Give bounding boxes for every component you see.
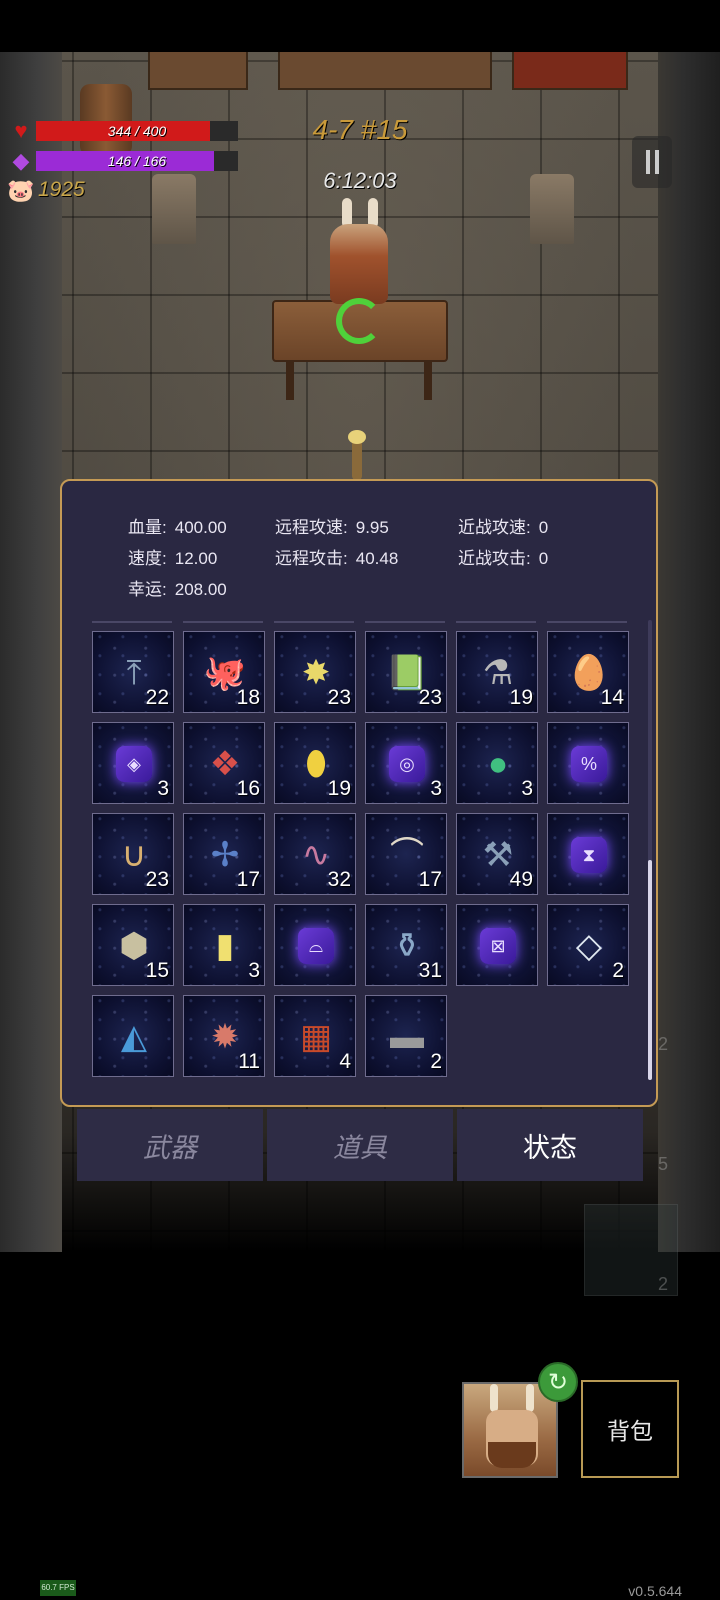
inventory-slot[interactable]: 🥚 14 (547, 631, 629, 713)
inventory-slot[interactable]: ✢ 17 (183, 813, 265, 895)
inventory-slot[interactable]: ◇ 2 (547, 904, 629, 986)
tab-weapons[interactable]: 武器 (77, 1109, 263, 1181)
item-count: 3 (430, 777, 442, 800)
item-count: 17 (418, 868, 442, 891)
level-indicator: 4-7 #15 (312, 114, 408, 145)
player-character (348, 430, 366, 480)
tab-items[interactable]: 道具 (267, 1109, 453, 1181)
rune-percent-icon: % (571, 746, 607, 782)
item-count: 3 (248, 959, 260, 982)
inventory-slot[interactable]: 🐙 18 (183, 631, 265, 713)
pause-icon (645, 150, 650, 174)
rune-eye-icon: ◈ (116, 746, 152, 782)
swap-character-icon[interactable]: ↻ (538, 1362, 578, 1402)
item-count: 22 (145, 686, 169, 709)
item-count: 11 (238, 1050, 260, 1073)
stat-luck: 幸运: 208.00 (128, 580, 227, 599)
inventory-slot[interactable]: ◭ (92, 995, 174, 1077)
rune-hook-icon: ⌓ (298, 928, 334, 964)
chest-shelf (512, 52, 628, 90)
fps-counter: 60.7 FPS (40, 1580, 76, 1596)
stat-move-speed: 速度: 12.00 (128, 549, 218, 568)
pause-button[interactable] (632, 136, 672, 188)
backpack-button[interactable]: 背包 (581, 1380, 679, 1478)
run-timer: 6:12:03 (323, 168, 397, 193)
rune-cross-icon: ⊠ (480, 928, 516, 964)
bookshelf-center (278, 52, 492, 90)
shelf-left (148, 52, 248, 90)
stat-melee-speed: 近战攻速: 0 (458, 518, 549, 537)
inventory-slot[interactable]: ◈ 3 (92, 722, 174, 804)
inventory-slot[interactable]: ✸ 23 (274, 631, 356, 713)
portrait-ear (490, 1384, 498, 1412)
inventory-slot[interactable]: ∿ 32 (274, 813, 356, 895)
stat-ranged-attack: 远程攻击: 40.48 (275, 549, 399, 568)
item-count: 23 (327, 686, 351, 709)
item-count: 17 (236, 868, 260, 891)
inventory-slot[interactable]: ◎ 3 (365, 722, 447, 804)
item-count: 23 (418, 686, 442, 709)
pause-icon (654, 150, 659, 174)
table-leg (286, 360, 294, 400)
inventory-slot[interactable]: ▬ 2 (365, 995, 447, 1077)
background-counter: 2 (658, 1274, 669, 1294)
inventory-slot[interactable]: 📗 23 (365, 631, 447, 713)
status-panel: 血量: 400.00 远程攻速: 9.95 近战攻速: 0 速度: 12.00 远程攻击… (60, 479, 658, 1107)
inventory-slot[interactable]: ⬮ 19 (274, 722, 356, 804)
inventory-slot[interactable]: ● 3 (456, 722, 538, 804)
inventory-slot[interactable]: ∪ 23 (92, 813, 174, 895)
item-count: 2 (430, 1050, 442, 1073)
left-wall (0, 52, 62, 1252)
inventory-slot[interactable]: ▮ 3 (183, 904, 265, 986)
portrait-ear (526, 1384, 534, 1412)
right-wall (658, 52, 720, 1252)
inventory-slot[interactable]: ✹ 11 (183, 995, 265, 1077)
inventory-slot[interactable]: ⌒ 17 (365, 813, 447, 895)
shop-refresh-icon[interactable] (336, 298, 382, 344)
item-count: 32 (327, 868, 351, 891)
inventory-slot[interactable]: ⊠ (456, 904, 538, 986)
item-count: 23 (145, 868, 169, 891)
background-counter: 2 (658, 1034, 669, 1054)
stat-melee-attack: 近战攻击: 0 (458, 549, 549, 568)
item-count: 3 (157, 777, 169, 800)
inventory-slot[interactable]: ⧗ (547, 813, 629, 895)
grid-divider (92, 621, 632, 623)
item-count: 19 (327, 777, 351, 800)
item-count: 2 (612, 959, 624, 982)
item-count: 49 (509, 868, 533, 891)
rune-spiral-icon: ◎ (389, 746, 425, 782)
inventory-slot[interactable]: ⚱ 31 (365, 904, 447, 986)
blue-triangle-book-icon: ◭ (120, 1018, 148, 1056)
inventory-slot[interactable]: % (547, 722, 629, 804)
item-count: 16 (236, 777, 260, 800)
item-count: 4 (339, 1050, 351, 1073)
stat-ranged-speed: 远程攻速: 9.95 (275, 518, 389, 537)
item-count: 3 (521, 777, 533, 800)
table-leg (424, 360, 432, 400)
inventory-slot[interactable]: ⚒ 49 (456, 813, 538, 895)
inventory-slot[interactable]: ▦ 4 (274, 995, 356, 1077)
merchant-npc[interactable] (330, 224, 388, 304)
background-counter: 5 (658, 1154, 669, 1174)
item-count: 19 (509, 686, 533, 709)
portrait-beard (488, 1442, 536, 1468)
inventory-slot[interactable]: ⌓ (274, 904, 356, 986)
inventory-scrollbar-thumb[interactable] (648, 860, 652, 1080)
inventory-slot[interactable]: ❖ 16 (183, 722, 265, 804)
tab-status[interactable]: 状态 (457, 1109, 643, 1181)
version-label: v0.5.644 (628, 1583, 682, 1599)
item-count: 15 (145, 959, 169, 982)
inventory-slot[interactable]: ⤒ 22 (92, 631, 174, 713)
stat-hp: 血量: 400.00 (128, 518, 227, 537)
item-count: 18 (236, 686, 260, 709)
inventory-slot[interactable]: ⚗ 19 (456, 631, 538, 713)
item-count: 14 (600, 686, 624, 709)
inventory-slot[interactable]: ⬢ 15 (92, 904, 174, 986)
item-count: 31 (418, 959, 442, 982)
rune-hourglass-icon: ⧗ (571, 837, 607, 873)
